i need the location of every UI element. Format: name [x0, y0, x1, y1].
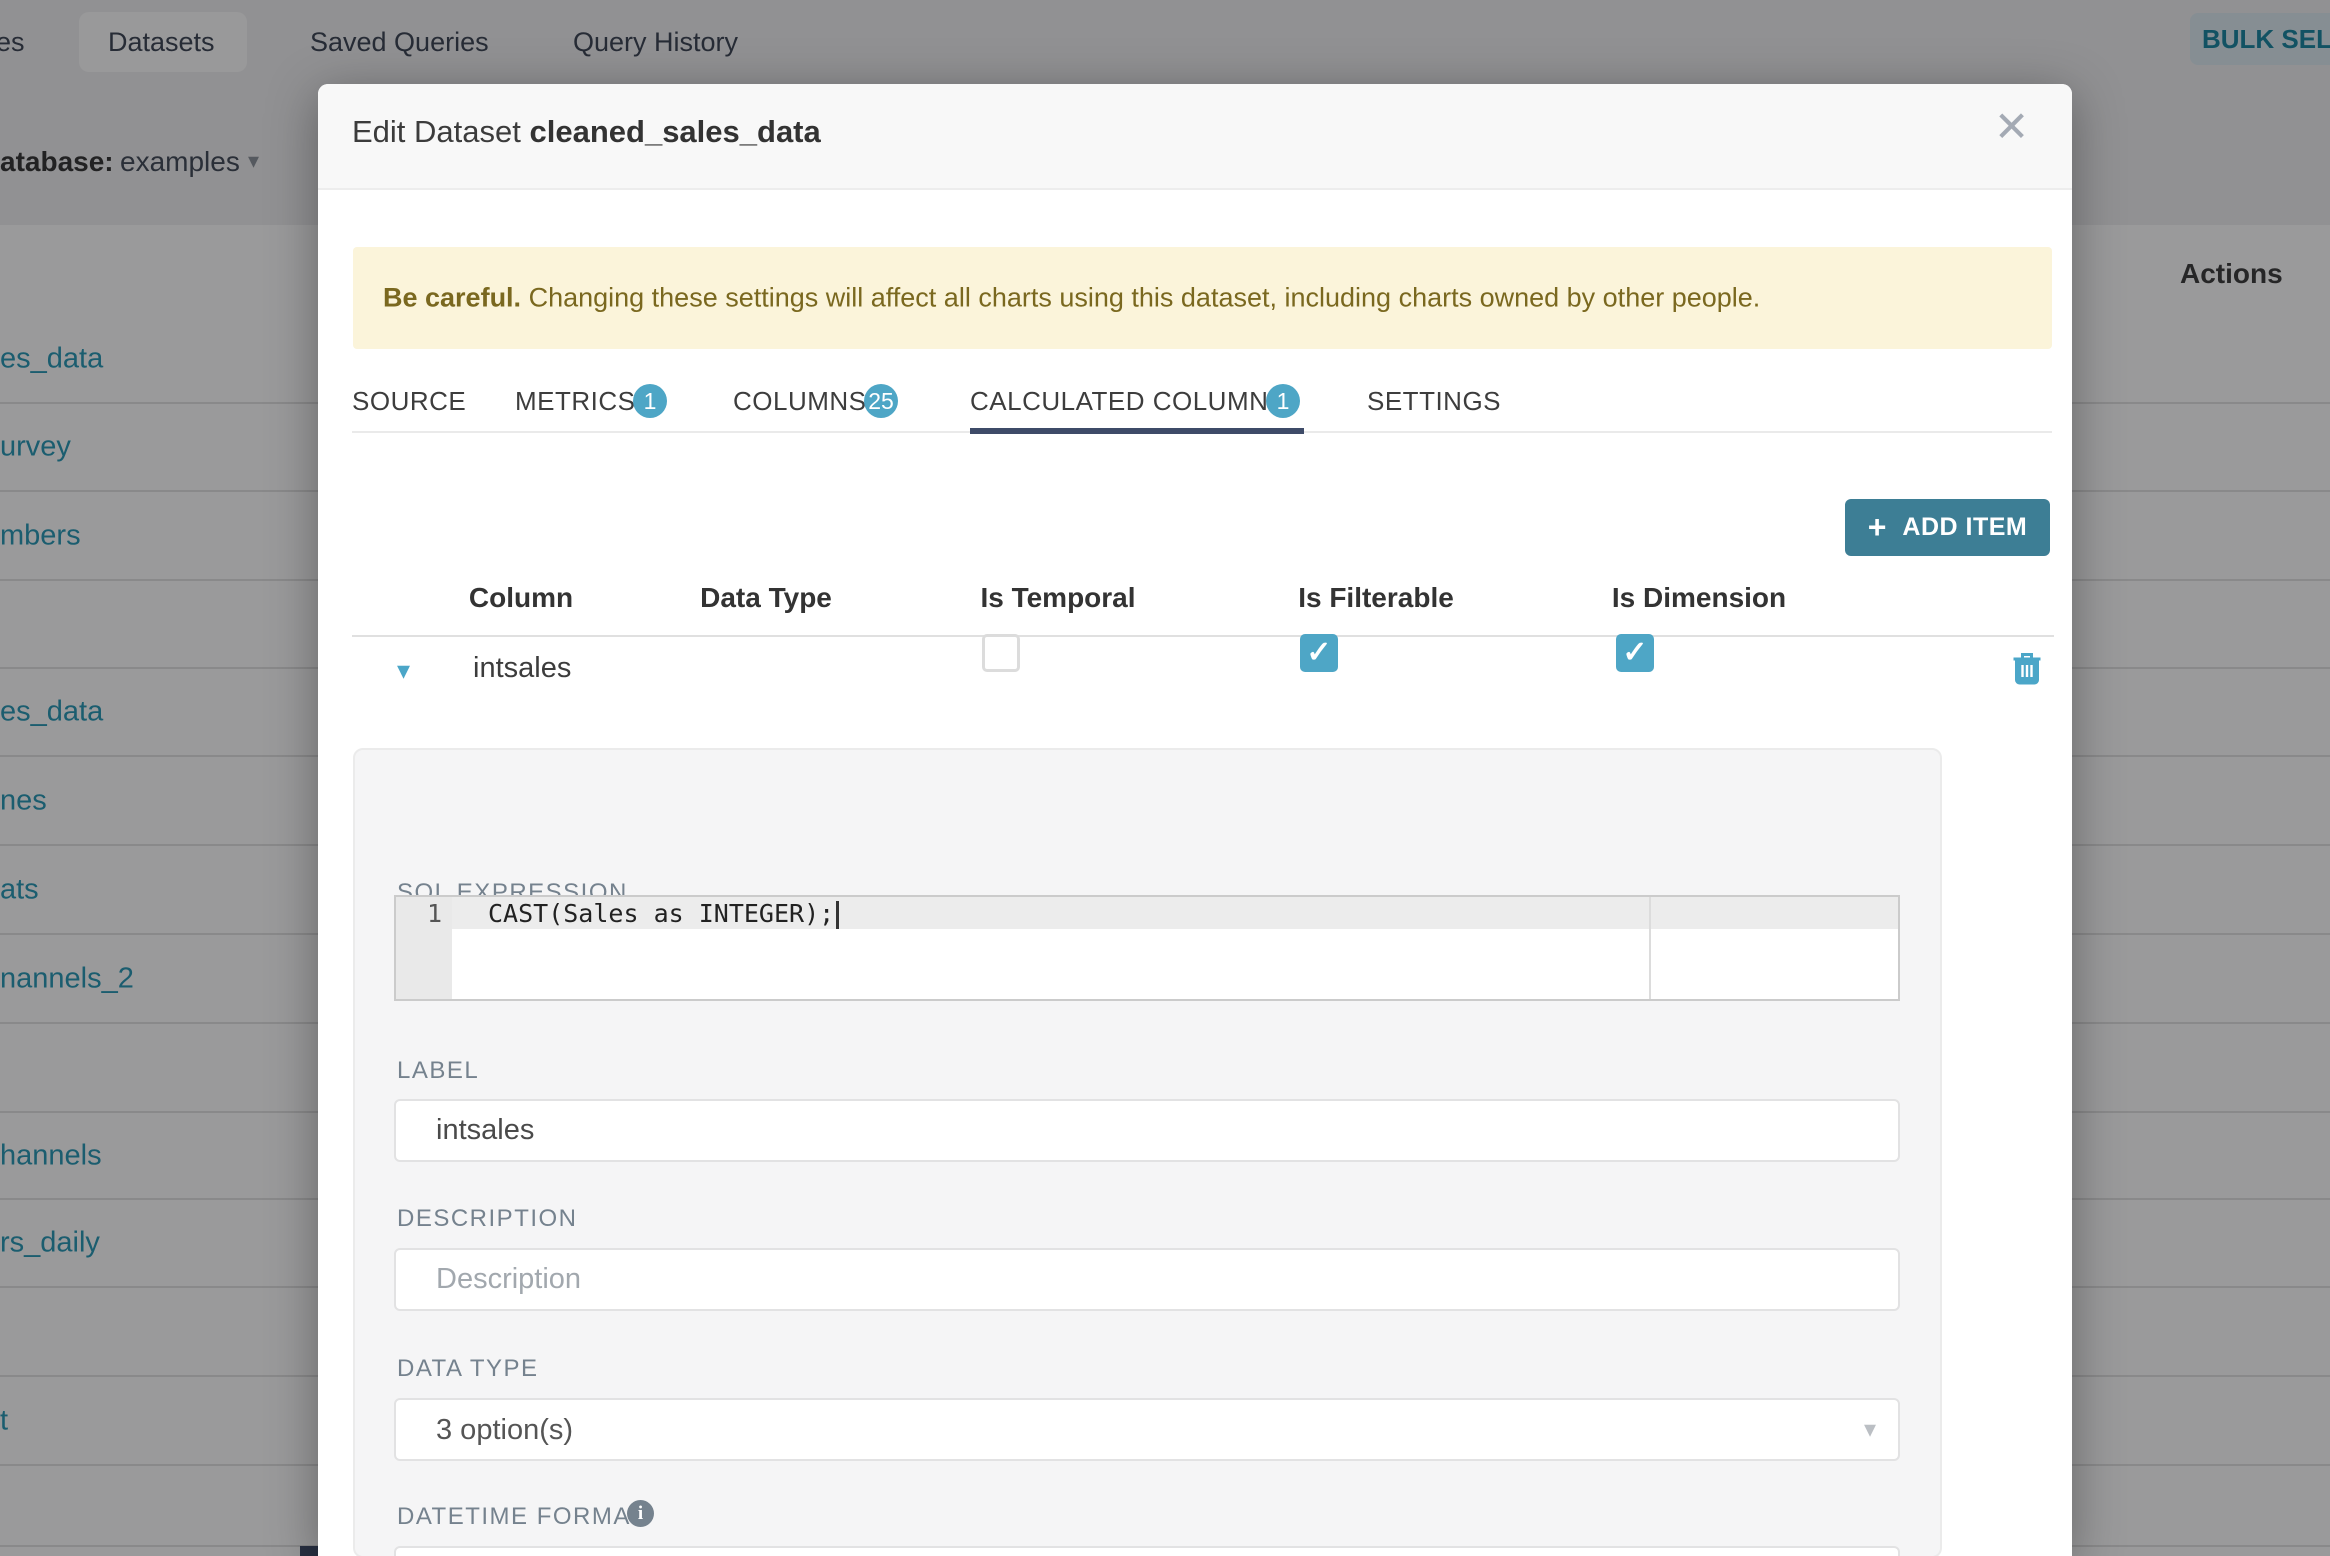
sql-code: CAST(Sales as INTEGER); [488, 899, 840, 929]
sql-expression-editor[interactable]: 1 CAST(Sales as INTEGER); [394, 895, 1900, 1001]
datatype-selected-value: 3 option(s) [436, 1414, 574, 1446]
column-header-column: Column [468, 582, 574, 613]
tab-calculated-columns-badge: 1 [1266, 384, 1300, 418]
column-header-is-temporal: Is Temporal [980, 582, 1136, 613]
add-item-button[interactable]: + ADD ITEM [1845, 499, 2050, 556]
column-header-data-type: Data Type [700, 582, 832, 613]
modal-title-prefix: Edit Dataset [352, 114, 521, 149]
calculated-column-detail-panel: SQL EXPRESSION 1 CAST(Sales as INTEGER);… [353, 748, 1942, 1556]
info-icon[interactable]: i [627, 1500, 654, 1527]
add-item-label: ADD ITEM [1902, 513, 2028, 541]
editor-print-margin [1649, 897, 1651, 999]
label-input[interactable] [394, 1099, 1900, 1162]
warning-body: Changing these settings will affect all … [521, 282, 1761, 313]
datetime-format-input[interactable] [394, 1546, 1900, 1556]
checkbox-is-dimension[interactable]: ✓ [1616, 634, 1654, 672]
select-caret-icon: ▾ [1863, 1416, 1876, 1443]
active-tab-underline [970, 428, 1304, 434]
label-field-label: LABEL [397, 1057, 480, 1084]
checkbox-is-filterable[interactable]: ✓ [1300, 634, 1338, 672]
edit-dataset-modal: Edit Dataset cleaned_sales_data ✕ Be car… [318, 84, 2072, 1556]
tab-metrics-badge: 1 [633, 384, 667, 418]
tab-source[interactable]: SOURCE [352, 386, 466, 417]
close-icon[interactable]: ✕ [1994, 106, 2029, 148]
plus-icon: + [1867, 509, 1887, 545]
description-field-label: DESCRIPTION [397, 1205, 578, 1232]
column-header-is-dimension: Is Dimension [1611, 582, 1787, 613]
screen: es Datasets Saved Queries Query History … [0, 0, 2330, 1556]
row-column-name: intsales [473, 652, 572, 684]
warning-text: Be careful. Changing these settings will… [383, 283, 1760, 314]
editor-line-number: 1 [426, 899, 442, 928]
tab-metrics[interactable]: METRICS [515, 386, 636, 417]
sql-code-text: CAST(Sales as INTEGER); [488, 899, 835, 928]
checkbox-is-temporal[interactable] [982, 634, 1020, 672]
row-expander-caret-icon[interactable]: ▾ [397, 655, 410, 686]
description-input[interactable] [394, 1248, 1900, 1311]
delete-row-trash-icon[interactable] [2012, 651, 2042, 690]
editor-cursor [836, 901, 840, 929]
warning-bold: Be careful. [383, 282, 522, 313]
datetime-field-label: DATETIME FORMAT [397, 1503, 646, 1530]
tab-columns-badge: 25 [864, 384, 898, 418]
table-header-divider [352, 635, 2054, 637]
datatype-field-label: DATA TYPE [397, 1355, 539, 1382]
warning-banner: Be careful. Changing these settings will… [353, 247, 2052, 349]
modal-title: Edit Dataset cleaned_sales_data [352, 114, 821, 150]
tab-calculated-columns[interactable]: CALCULATED COLUMNS [970, 386, 1286, 417]
tab-columns[interactable]: COLUMNS [733, 386, 867, 417]
tab-settings[interactable]: SETTINGS [1367, 386, 1501, 417]
modal-title-dataset-name: cleaned_sales_data [529, 114, 821, 149]
datatype-select[interactable]: 3 option(s) ▾ [394, 1398, 1900, 1461]
column-header-is-filterable: Is Filterable [1298, 582, 1454, 613]
